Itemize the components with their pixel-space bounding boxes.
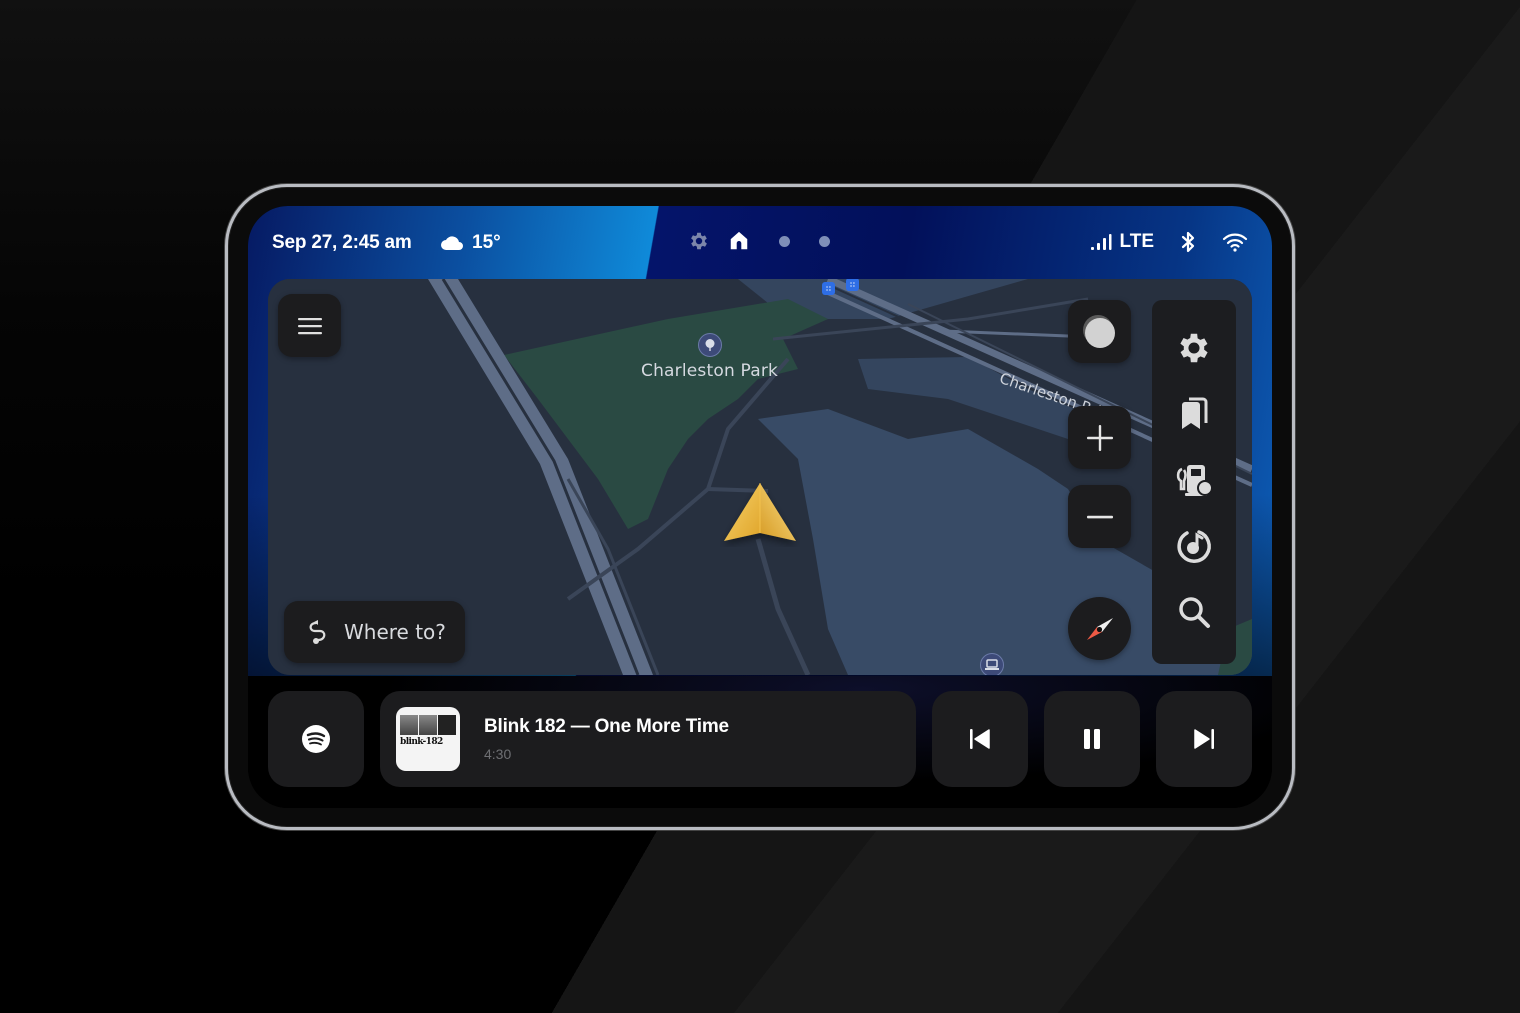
zoom-in-button[interactable]: [1068, 406, 1131, 469]
compass-icon: [1086, 617, 1113, 640]
next-track-button[interactable]: [1156, 691, 1252, 787]
car-display: Sep 27, 2:45 am 15° LTE ∷ ∷ Charleston P…: [248, 206, 1272, 808]
rail-item-media[interactable]: [1172, 526, 1216, 566]
transit-stop-icon[interactable]: ∷: [822, 282, 835, 295]
track-title: Blink 182 — One More Time: [484, 716, 729, 737]
weather: 15°: [440, 232, 501, 254]
track-info: Blink 182 — One More Time 4:30: [484, 716, 729, 762]
route-icon: [309, 620, 326, 644]
where-to-button[interactable]: Where to?: [284, 601, 465, 663]
skip-next-icon: [1194, 729, 1214, 749]
cloud-icon: [441, 236, 463, 250]
bookmarks-icon: [1182, 397, 1208, 429]
search-icon: [1179, 597, 1210, 628]
compass-button[interactable]: [1068, 597, 1131, 660]
menu-button[interactable]: [278, 294, 341, 357]
spotify-button[interactable]: [268, 691, 364, 787]
track-duration: 4:30: [484, 746, 512, 762]
connectivity-status: LTE: [1090, 230, 1248, 254]
status-bar: Sep 27, 2:45 am 15° LTE: [248, 206, 1272, 278]
zoom-out-button[interactable]: [1068, 485, 1131, 548]
pause-icon: [1084, 729, 1100, 749]
navigation-arrow-icon: [724, 483, 796, 541]
poi-pin-icon[interactable]: [980, 653, 1004, 675]
cellular-status: LTE: [1090, 231, 1154, 253]
music-player-icon: [1177, 530, 1211, 563]
rail-item-charging-stations[interactable]: [1172, 460, 1216, 500]
home-icon[interactable]: [728, 230, 750, 252]
pause-button[interactable]: [1044, 691, 1140, 787]
minus-icon: [1086, 515, 1113, 518]
album-art: blink-182: [396, 707, 460, 771]
wifi-icon[interactable]: [1222, 232, 1248, 252]
page-dot[interactable]: [779, 235, 790, 247]
day-night-toggle-icon: [1082, 314, 1115, 348]
page-indicator: [688, 230, 841, 252]
settings-gear-icon: [1180, 333, 1208, 363]
rail-item-settings[interactable]: [1172, 328, 1216, 368]
spotify-icon: [302, 725, 330, 753]
plus-icon: [1086, 424, 1113, 451]
day-night-toggle-button[interactable]: [1068, 300, 1131, 363]
hamburger-menu-icon: [297, 317, 322, 334]
media-bar: blink-182 Blink 182 — One More Time 4:30: [268, 691, 1252, 787]
album-art-text: blink-182: [400, 737, 443, 747]
previous-track-button[interactable]: [932, 691, 1028, 787]
park-pin-icon[interactable]: [698, 333, 722, 357]
settings-page-gear-icon[interactable]: [688, 230, 710, 252]
network-type: LTE: [1119, 231, 1154, 252]
navigation-map[interactable]: ∷ ∷ Charleston Park Charleston Rd Where …: [268, 279, 1252, 675]
park-label[interactable]: Charleston Park: [641, 361, 778, 381]
date-time: Sep 27, 2:45 am: [272, 232, 412, 253]
bluetooth-icon[interactable]: [1180, 230, 1196, 254]
rail-item-saved-places[interactable]: [1172, 394, 1216, 434]
temperature: 15°: [472, 232, 501, 253]
where-to-label: Where to?: [344, 620, 446, 644]
cellular-signal-icon: [1090, 234, 1112, 250]
page-dot[interactable]: [819, 235, 830, 247]
now-playing-card[interactable]: blink-182 Blink 182 — One More Time 4:30: [380, 691, 916, 787]
quick-actions-rail: [1152, 300, 1236, 664]
transit-stop-icon[interactable]: ∷: [846, 279, 859, 291]
skip-previous-icon: [970, 729, 990, 749]
rail-item-search[interactable]: [1172, 592, 1216, 632]
ev-charging-station-icon: [1176, 465, 1213, 496]
